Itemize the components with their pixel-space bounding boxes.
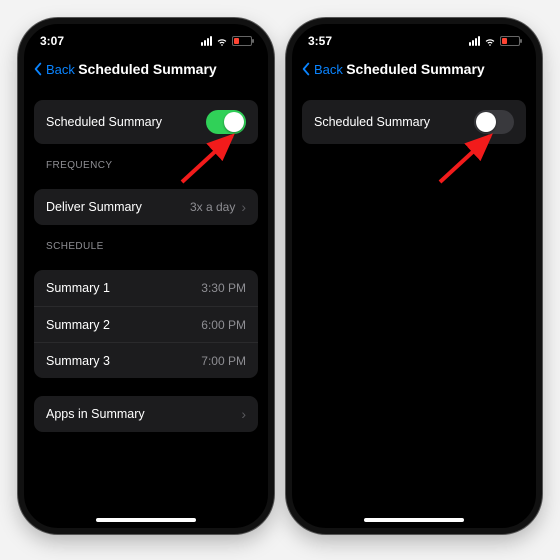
scheduled-summary-toggle[interactable] [474, 110, 514, 134]
apps-in-summary-row[interactable]: Apps in Summary › [34, 396, 258, 432]
status-time: 3:07 [40, 34, 64, 48]
schedule-row-time: 3:30 PM [201, 281, 246, 295]
schedule-row-time: 7:00 PM [201, 354, 246, 368]
wifi-icon [484, 35, 496, 47]
deliver-summary-row[interactable]: Deliver Summary 3x a day › [34, 189, 258, 225]
schedule-group: Summary 1 3:30 PM Summary 2 6:00 PM Summ… [34, 270, 258, 378]
toggle-group: Scheduled Summary [302, 100, 526, 144]
schedule-row-3[interactable]: Summary 3 7:00 PM [34, 342, 258, 378]
scheduled-summary-label: Scheduled Summary [314, 115, 430, 129]
battery-icon [500, 36, 520, 46]
page-title: Scheduled Summary [35, 61, 260, 77]
schedule-header: SCHEDULE [34, 225, 258, 256]
schedule-row-label: Summary 3 [46, 354, 110, 368]
deliver-summary-value: 3x a day [190, 200, 235, 214]
nav-bar: Back Scheduled Summary [24, 52, 268, 86]
wifi-icon [216, 35, 228, 47]
page-title: Scheduled Summary [303, 61, 528, 77]
schedule-row-time: 6:00 PM [201, 318, 246, 332]
scheduled-summary-label: Scheduled Summary [46, 115, 162, 129]
apps-group: Apps in Summary › [34, 396, 258, 432]
nav-bar: Back Scheduled Summary [292, 52, 536, 86]
status-time: 3:57 [308, 34, 332, 48]
deliver-summary-label: Deliver Summary [46, 200, 142, 214]
schedule-row-label: Summary 1 [46, 281, 110, 295]
notch [364, 24, 464, 44]
scheduled-summary-row[interactable]: Scheduled Summary [34, 100, 258, 144]
chevron-right-icon: › [241, 406, 246, 422]
frequency-group: Deliver Summary 3x a day › [34, 189, 258, 225]
toggle-group: Scheduled Summary [34, 100, 258, 144]
scheduled-summary-toggle[interactable] [206, 110, 246, 134]
schedule-row-label: Summary 2 [46, 318, 110, 332]
schedule-row-2[interactable]: Summary 2 6:00 PM [34, 306, 258, 342]
phone-right: 3:57 Back Scheduled Summary Scheduled Su… [286, 18, 542, 534]
phone-left: 3:07 Back Scheduled Summary Scheduled Su… [18, 18, 274, 534]
signal-icon [469, 36, 480, 46]
content: Scheduled Summary FREQUENCY Deliver Summ… [24, 100, 268, 432]
notch [96, 24, 196, 44]
frequency-header: FREQUENCY [34, 144, 258, 175]
scheduled-summary-row[interactable]: Scheduled Summary [302, 100, 526, 144]
chevron-right-icon: › [241, 199, 246, 215]
signal-icon [201, 36, 212, 46]
schedule-row-1[interactable]: Summary 1 3:30 PM [34, 270, 258, 306]
apps-in-summary-label: Apps in Summary [46, 407, 145, 421]
home-indicator[interactable] [96, 518, 196, 522]
home-indicator[interactable] [364, 518, 464, 522]
content: Scheduled Summary [292, 100, 536, 144]
battery-icon [232, 36, 252, 46]
